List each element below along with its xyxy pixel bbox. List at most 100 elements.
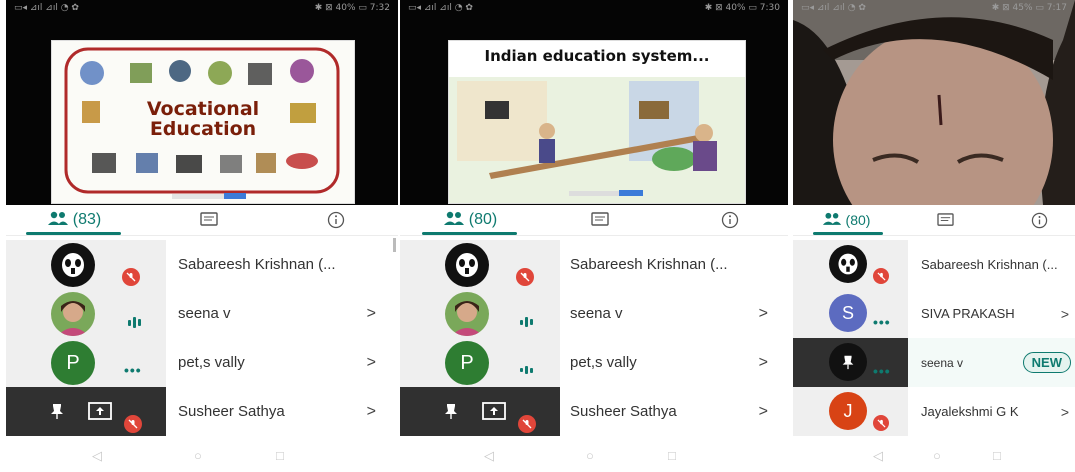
avatar [829, 245, 867, 283]
mic-off-icon [516, 268, 534, 286]
more-dots-icon: ••• [873, 314, 891, 330]
new-badge: NEW [1022, 352, 1071, 373]
slide-title: Indian education system... [484, 47, 710, 65]
participant-video-frame [793, 0, 1075, 205]
people-icon [822, 212, 842, 228]
participant-row[interactable]: J Jayalekshmi G K > [793, 387, 1075, 436]
present-screen-icon [88, 402, 112, 420]
slide-title: Vocational Education [146, 98, 260, 140]
people-icon [443, 211, 465, 230]
system-navbar: ◁ ○ □ [793, 438, 1075, 472]
participant-row[interactable]: seena v > [400, 289, 788, 338]
participant-name: SIVA PRAKASH [921, 306, 1015, 321]
participant-count: (80) [845, 212, 871, 228]
participant-name: Jayalekshmi G K [921, 404, 1019, 419]
info-icon [721, 211, 739, 229]
status-right: ✱ ⊠ 45% ▭ 7:17 [991, 3, 1067, 13]
shared-slide: Vocational Education [51, 40, 355, 204]
participant-row[interactable]: Sabareesh Krishnan (... [793, 240, 1075, 289]
participant-row[interactable]: Sabareesh Krishnan (... [6, 238, 398, 289]
participant-name: seena v [178, 305, 231, 322]
status-icons: ▭◂ ⊿ıl ⊿ıl ◔ ✿ [408, 3, 473, 13]
participant-tabbar: (83) [6, 205, 398, 236]
mic-off-icon [122, 268, 140, 286]
home-button[interactable]: ○ [194, 448, 202, 463]
avatar: P [445, 341, 489, 385]
chevron-right-icon[interactable]: > [759, 305, 768, 323]
participant-name: Susheer Sathya [178, 403, 285, 420]
participant-row[interactable]: Sabareesh Krishnan (... [400, 240, 788, 289]
speaking-indicator-icon [520, 366, 533, 374]
avatar: J [829, 392, 867, 430]
participant-name: Sabareesh Krishnan (... [570, 256, 728, 273]
camera-view: ▭◂ ⊿ıl ⊿ıl ◔ ✿ ✱ ⊠ 45% ▭ 7:17 [793, 0, 1075, 205]
recents-button[interactable]: □ [276, 448, 284, 463]
chevron-right-icon[interactable]: > [367, 305, 376, 323]
screenshot-panel-3: ▭◂ ⊿ıl ⊿ıl ◔ ✿ ✱ ⊠ 45% ▭ 7:17 (80) Sabar… [793, 0, 1075, 472]
info-icon [1031, 212, 1047, 228]
recents-button[interactable]: □ [668, 448, 676, 463]
status-icons: ▭◂ ⊿ıl ⊿ıl ◔ ✿ [801, 3, 866, 13]
chevron-right-icon[interactable]: > [1061, 306, 1069, 322]
tab-info[interactable] [311, 205, 361, 235]
avatar [51, 292, 95, 336]
participant-tabbar: (80) [793, 205, 1075, 236]
tab-people[interactable]: (80) [811, 205, 881, 235]
tab-active-indicator [422, 232, 517, 235]
participant-row[interactable]: Susheer Sathya > [400, 387, 788, 436]
system-navbar: ◁ ○ □ [6, 438, 398, 472]
participant-row[interactable]: S ••• SIVA PRAKASH > [793, 289, 1075, 338]
tab-chat[interactable] [184, 205, 234, 235]
back-button[interactable]: ◁ [92, 448, 102, 464]
recents-button[interactable]: □ [993, 448, 1001, 463]
slide-illustration [449, 41, 745, 203]
avatar [51, 243, 95, 287]
participant-row[interactable]: ••• seena v NEW [793, 338, 1075, 387]
chat-icon [936, 212, 954, 226]
participant-name: Sabareesh Krishnan (... [178, 256, 336, 273]
status-right: ✱ ⊠ 40% ▭ 7:30 [704, 3, 780, 13]
home-button[interactable]: ○ [586, 448, 594, 463]
back-button[interactable]: ◁ [873, 448, 883, 464]
tab-info[interactable] [705, 205, 755, 235]
speaking-indicator-icon [520, 317, 533, 327]
participant-tabbar: (80) [400, 205, 788, 236]
participant-count: (80) [468, 211, 498, 228]
presentation-view: ▭◂ ⊿ıl ⊿ıl ◔ ✿ ✱ ⊠ 40% ▭ 7:32 Vocational… [6, 0, 398, 205]
mic-off-icon [124, 415, 142, 433]
tab-people[interactable]: (83) [24, 205, 124, 235]
participant-name: Sabareesh Krishnan (... [921, 257, 1058, 272]
tab-active-indicator [813, 232, 883, 235]
status-bar: ▭◂ ⊿ıl ⊿ıl ◔ ✿ ✱ ⊠ 40% ▭ 7:32 [14, 3, 390, 17]
tab-info[interactable] [1019, 205, 1059, 235]
avatar-column [400, 387, 560, 436]
tab-chat[interactable] [575, 205, 625, 235]
participant-row[interactable]: seena v > [6, 289, 398, 338]
mic-off-icon [873, 268, 889, 284]
back-button[interactable]: ◁ [484, 448, 494, 464]
chevron-right-icon[interactable]: > [759, 354, 768, 372]
chevron-right-icon[interactable]: > [759, 403, 768, 421]
mic-off-icon [873, 415, 889, 431]
chevron-right-icon[interactable]: > [1061, 404, 1069, 420]
tab-chat[interactable] [925, 205, 965, 235]
home-button[interactable]: ○ [933, 448, 941, 463]
avatar-column [6, 387, 166, 436]
people-icon [47, 211, 69, 230]
avatar: S [829, 294, 867, 332]
participant-row[interactable]: Susheer Sathya > [6, 387, 398, 436]
participant-row[interactable]: P ••• pet,s vally > [6, 338, 398, 387]
status-right: ✱ ⊠ 40% ▭ 7:32 [314, 3, 390, 13]
chevron-right-icon[interactable]: > [367, 403, 376, 421]
more-dots-icon: ••• [124, 362, 142, 378]
chevron-right-icon[interactable]: > [367, 354, 376, 372]
tab-people[interactable]: (80) [420, 205, 520, 235]
participant-name: pet,s vally [178, 354, 245, 371]
participant-row[interactable]: P pet,s vally > [400, 338, 788, 387]
shared-slide: Indian education system... [448, 40, 746, 204]
info-icon [327, 211, 345, 229]
scrollbar[interactable] [393, 238, 396, 252]
avatar [445, 243, 489, 287]
participant-name: seena v [570, 305, 623, 322]
presentation-view: ▭◂ ⊿ıl ⊿ıl ◔ ✿ ✱ ⊠ 40% ▭ 7:30 Indian edu… [400, 0, 788, 205]
